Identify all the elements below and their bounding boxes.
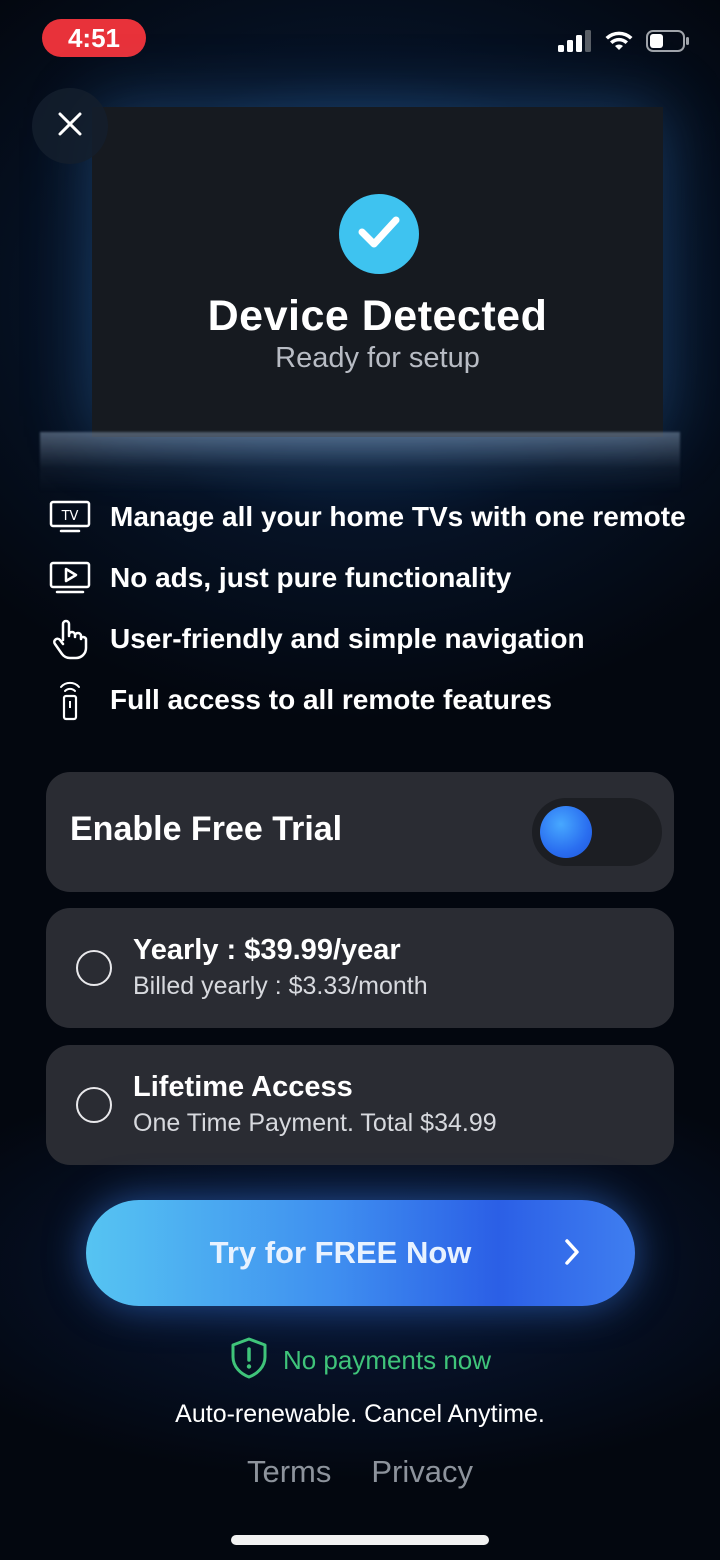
- free-trial-card[interactable]: Enable Free Trial: [46, 772, 674, 892]
- feature-item: TV Manage all your home TVs with one rem…: [48, 486, 708, 547]
- status-time: 4:51: [42, 19, 146, 57]
- close-icon: [57, 111, 83, 142]
- plan-option-lifetime[interactable]: Lifetime Access One Time Payment. Total …: [46, 1045, 674, 1165]
- battery-icon: [646, 30, 690, 57]
- wifi-icon: [604, 30, 634, 57]
- tv-stand: [40, 432, 680, 492]
- status-icons: [558, 30, 690, 57]
- chevron-right-icon: [563, 1238, 581, 1271]
- check-icon: [357, 214, 401, 255]
- feature-text: Full access to all remote features: [110, 683, 552, 715]
- feature-item: User-friendly and simple navigation: [48, 608, 708, 669]
- no-payment-notice: No payments now: [0, 1336, 720, 1385]
- remote-icon: [48, 678, 92, 722]
- radio-button[interactable]: [76, 1087, 112, 1123]
- legal-links: Terms Privacy: [0, 1454, 720, 1490]
- plan-option-yearly[interactable]: Yearly : $39.99/year Billed yearly : $3.…: [46, 908, 674, 1028]
- plan-title: Lifetime Access: [133, 1071, 353, 1103]
- plan-subtitle: One Time Payment. Total $34.99: [133, 1109, 497, 1137]
- home-indicator[interactable]: [231, 1535, 489, 1545]
- feature-item: No ads, just pure functionality: [48, 547, 708, 608]
- try-free-label: Try for FREE Now: [209, 1235, 472, 1270]
- feature-list: TV Manage all your home TVs with one rem…: [48, 486, 708, 730]
- status-bar: 4:51: [0, 0, 720, 80]
- toggle-knob: [540, 806, 592, 858]
- tv-icon: TV: [48, 495, 92, 539]
- free-trial-toggle[interactable]: [532, 798, 662, 866]
- close-button[interactable]: [32, 88, 108, 164]
- shield-alert-icon: [229, 1336, 269, 1385]
- svg-text:TV: TV: [61, 509, 79, 524]
- terms-link[interactable]: Terms: [247, 1454, 331, 1490]
- feature-item: Full access to all remote features: [48, 669, 708, 730]
- device-title: Device Detected: [207, 292, 548, 340]
- hand-pointer-icon: [48, 617, 92, 661]
- device-check-badge: [339, 194, 419, 274]
- no-payment-text: No payments now: [282, 1345, 492, 1375]
- privacy-link[interactable]: Privacy: [371, 1454, 473, 1490]
- plan-title: Yearly : $39.99/year: [133, 934, 401, 966]
- free-trial-label: Enable Free Trial: [70, 810, 343, 848]
- feature-text: User-friendly and simple navigation: [110, 622, 585, 654]
- feature-text: No ads, just pure functionality: [110, 561, 512, 593]
- signal-icon: [558, 30, 592, 57]
- radio-button[interactable]: [76, 950, 112, 986]
- device-subtitle: Ready for setup: [275, 342, 480, 374]
- play-screen-icon: [48, 556, 92, 600]
- auto-renew-text: Auto-renewable. Cancel Anytime.: [175, 1400, 545, 1428]
- feature-text: Manage all your home TVs with one remote: [110, 500, 686, 532]
- try-free-button[interactable]: Try for FREE Now: [86, 1200, 635, 1306]
- plan-subtitle: Billed yearly : $3.33/month: [133, 972, 428, 1000]
